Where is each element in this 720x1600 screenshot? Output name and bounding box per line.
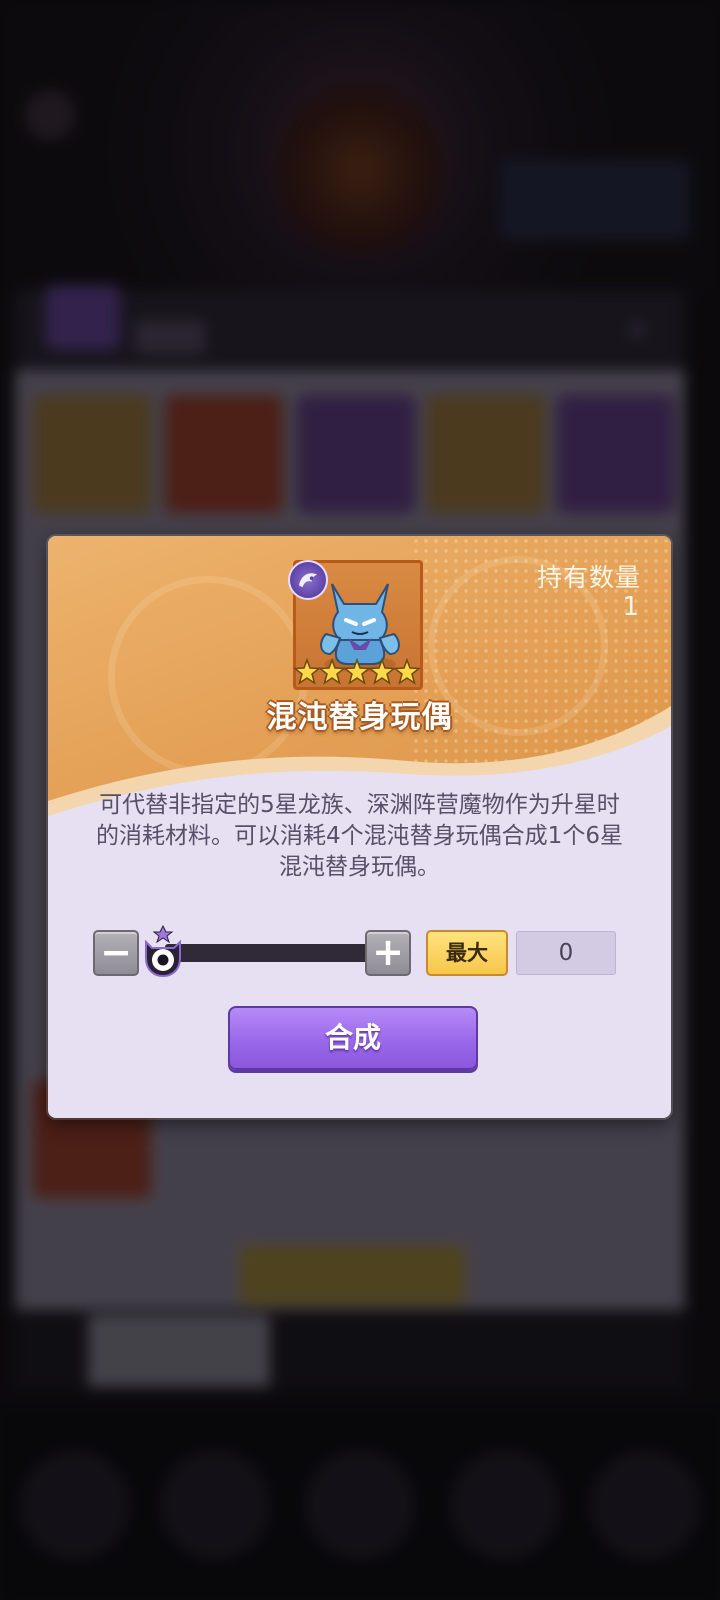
- amount-field[interactable]: 0: [516, 931, 616, 975]
- star-icon: [394, 659, 420, 684]
- star-icon: [294, 659, 320, 684]
- decrease-button[interactable]: −: [93, 930, 139, 976]
- eye-monster-knob-icon[interactable]: [140, 924, 186, 978]
- star-icon: [369, 659, 395, 684]
- held-quantity-value: 1: [622, 592, 639, 622]
- held-quantity-label: 持有数量: [536, 563, 641, 592]
- compose-button[interactable]: 合成: [228, 1006, 478, 1070]
- max-button[interactable]: 最大: [426, 930, 508, 976]
- item-description: 可代替非指定的5星龙族、深渊阵营魔物作为升星时的消耗材料。可以消耗4个混沌替身玩…: [96, 792, 623, 880]
- star-icon: [344, 659, 370, 684]
- abyss-faction-icon: [288, 560, 328, 600]
- item-name: 混沌替身玩偶: [266, 700, 453, 735]
- increase-button[interactable]: +: [365, 930, 411, 976]
- item-stars: [294, 659, 420, 684]
- item-detail-dialog: 持有数量 1 混沌替身玩偶 可代替非指定的5星龙族、深渊阵营魔物作为升星时的消耗…: [48, 536, 671, 1118]
- star-icon: [319, 659, 345, 684]
